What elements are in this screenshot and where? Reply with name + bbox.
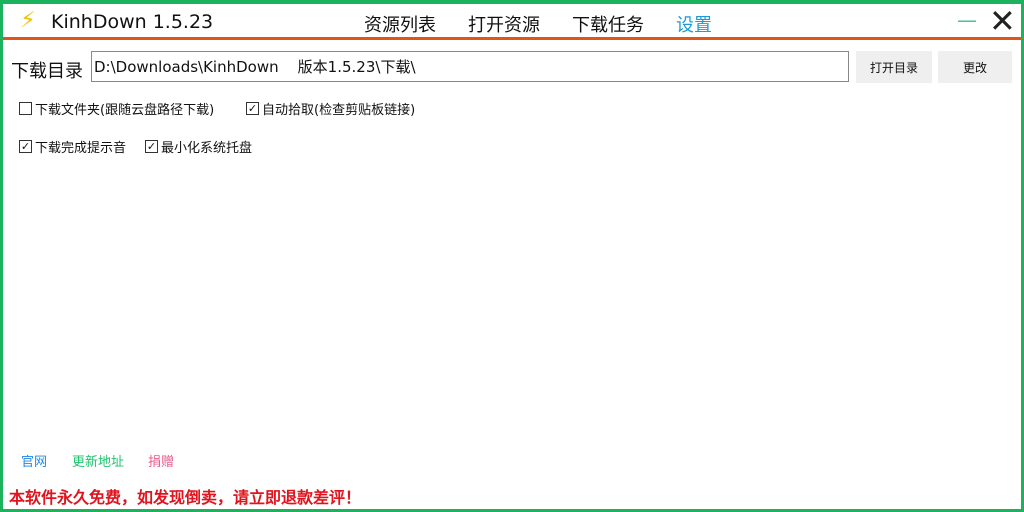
app-window: ⚡ KinhDown 1.5.23 资源列表 打开资源 下载任务 设置 — ✕ … bbox=[0, 0, 1024, 512]
change-dir-button[interactable]: 更改 bbox=[938, 51, 1012, 83]
tab-download-tasks[interactable]: 下载任务 bbox=[572, 11, 644, 37]
link-update[interactable]: 更新地址 bbox=[72, 451, 124, 470]
option-follow-path[interactable]: 下载文件夹(跟随云盘路径下载) bbox=[19, 99, 214, 118]
option-label: 最小化系统托盘 bbox=[161, 141, 253, 156]
tab-settings[interactable]: 设置 bbox=[676, 11, 712, 37]
checkbox[interactable]: ✓ bbox=[246, 102, 259, 115]
download-dir-input[interactable] bbox=[91, 51, 849, 82]
option-label: 下载文件夹(跟随云盘路径下载) bbox=[35, 103, 215, 118]
download-dir-label: 下载目录 bbox=[11, 61, 83, 82]
option-label: 下载完成提示音 bbox=[35, 141, 127, 156]
link-donate[interactable]: 捐赠 bbox=[148, 451, 174, 470]
close-icon[interactable]: ✕ bbox=[989, 2, 1016, 40]
option-label: 自动拾取(检查剪贴板链接) bbox=[262, 103, 416, 118]
open-dir-button[interactable]: 打开目录 bbox=[856, 51, 932, 83]
minimize-icon[interactable]: — bbox=[957, 8, 977, 32]
checkbox[interactable]: ✓ bbox=[145, 140, 158, 153]
title-bar: ⚡ KinhDown 1.5.23 资源列表 打开资源 下载任务 设置 — ✕ bbox=[3, 2, 1021, 40]
lightning-icon: ⚡ bbox=[20, 8, 36, 33]
tab-resource-list[interactable]: 资源列表 bbox=[364, 11, 436, 37]
tab-open-resource[interactable]: 打开资源 bbox=[468, 11, 540, 37]
checkbox[interactable] bbox=[19, 102, 32, 115]
free-notice: 本软件永久免费，如发现倒卖，请立即退款差评！ bbox=[9, 488, 362, 507]
link-website[interactable]: 官网 bbox=[21, 451, 47, 470]
app-title: KinhDown 1.5.23 bbox=[51, 11, 214, 33]
option-tray[interactable]: ✓ 最小化系统托盘 bbox=[145, 137, 252, 156]
option-sound[interactable]: ✓ 下载完成提示音 bbox=[19, 137, 126, 156]
option-auto-pick[interactable]: ✓ 自动拾取(检查剪贴板链接) bbox=[246, 99, 415, 118]
checkbox[interactable]: ✓ bbox=[19, 140, 32, 153]
